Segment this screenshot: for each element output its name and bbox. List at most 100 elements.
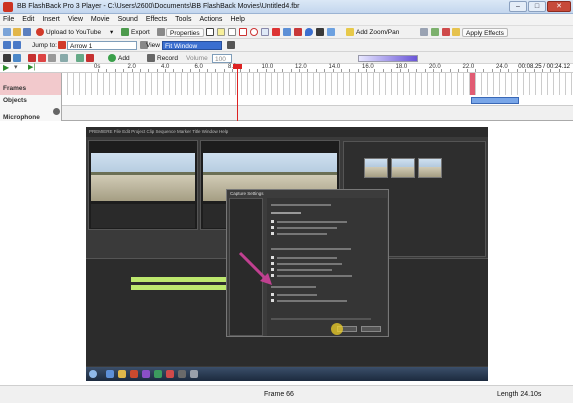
ruler-tick [173, 69, 174, 72]
transition-icon[interactable] [431, 28, 439, 36]
bin-thumb-3 [418, 158, 442, 178]
note-icon[interactable] [217, 28, 225, 36]
cursor-icon[interactable] [327, 28, 335, 36]
menu-effects[interactable]: Effects [146, 16, 167, 23]
menu-edit[interactable]: Edit [22, 16, 34, 23]
arrow-shape-icon[interactable] [272, 28, 280, 36]
dialog-title: Capture Settings [230, 191, 264, 196]
frame-marker[interactable] [470, 73, 475, 95]
objects-track-label: Objects [3, 97, 27, 104]
ruler-tick [374, 69, 375, 72]
menu-help[interactable]: Help [230, 16, 244, 23]
ruler-tick [215, 69, 216, 72]
add-zoom-pan-button[interactable]: Add Zoom/Pan [356, 28, 399, 37]
upload-dropdown-arrow[interactable]: ▾ [110, 28, 113, 37]
minimize-button[interactable]: – [509, 1, 527, 12]
cut-icon[interactable] [28, 54, 36, 62]
record-sound-button[interactable]: Record [157, 54, 178, 63]
ruler-tick [400, 69, 401, 72]
close-button[interactable]: ✕ [547, 1, 571, 12]
ruler-tick [132, 69, 133, 72]
frames-track-header: Frames [0, 73, 62, 95]
menu-insert[interactable]: Insert [42, 16, 60, 23]
volume-slider[interactable] [358, 55, 418, 62]
play-menu-arrow[interactable]: ▾ [14, 64, 24, 72]
ruler-tick [148, 69, 149, 72]
frame-settings-icon[interactable] [60, 54, 68, 62]
frames-track: Frames [0, 73, 573, 95]
status-bar: Frame 66 Length 24.10s [0, 385, 573, 403]
ruler-tick [98, 69, 99, 72]
record-frame-icon[interactable] [3, 54, 11, 62]
menu-file[interactable]: File [3, 16, 14, 23]
fullscreen-icon[interactable] [227, 41, 235, 49]
add-sound-button[interactable]: Add [118, 54, 130, 63]
redo-frame-icon[interactable] [76, 54, 84, 62]
playhead[interactable] [237, 64, 238, 121]
view-zoom-select[interactable]: Fit Window [162, 41, 222, 50]
ellipse-icon[interactable] [250, 28, 258, 36]
stop-icon[interactable] [86, 54, 94, 62]
mic-settings-icon[interactable] [53, 108, 60, 115]
properties-button[interactable]: Properties [166, 28, 204, 37]
microphone-track-label: Microphone [3, 114, 40, 121]
volume-label: Volume [186, 55, 208, 62]
picture-in-picture-icon[interactable] [420, 28, 428, 36]
camera-icon[interactable] [13, 54, 21, 62]
arrow-object-icon [58, 41, 66, 49]
app-icon [3, 2, 13, 12]
menu-tools[interactable]: Tools [175, 16, 191, 23]
timeline-ruler[interactable]: ▶ ▾ ▶| 0s2.04.06.08.010.012.014.016.018.… [0, 64, 573, 73]
sound-icon[interactable] [316, 28, 324, 36]
ruler-tick [425, 69, 426, 72]
apply-effects-button[interactable]: Apply Effects [462, 28, 508, 37]
menu-view[interactable]: View [68, 16, 83, 23]
playhead-handle[interactable] [233, 64, 242, 69]
frame-status: Frame 66 [264, 391, 294, 398]
ruler-tick [240, 69, 241, 72]
red-arrow-annotation[interactable] [236, 249, 276, 289]
ruler-tick [140, 69, 141, 72]
maximize-button[interactable]: □ [528, 1, 546, 12]
length-status: Length 24.10s [497, 391, 542, 398]
play-button[interactable]: ▶ [3, 64, 13, 72]
zoom-pan-icon [346, 28, 354, 36]
callout-icon[interactable] [228, 28, 236, 36]
effects-icon[interactable] [452, 28, 460, 36]
menu-sound[interactable]: Sound [118, 16, 138, 23]
ruler-tick [391, 69, 392, 72]
flash-icon[interactable] [294, 28, 302, 36]
blur-icon[interactable] [305, 28, 313, 36]
menu-movie[interactable]: Movie [91, 16, 110, 23]
ruler-tick [358, 69, 359, 72]
insert-frame-icon[interactable] [48, 54, 56, 62]
ruler-tick [408, 69, 409, 72]
ruler-tick [492, 69, 493, 72]
ruler-label: 10.0 [261, 64, 274, 70]
menu-actions[interactable]: Actions [199, 16, 222, 23]
undo-icon[interactable] [3, 41, 11, 49]
microphone-track: Microphone [0, 106, 573, 121]
text-box-icon[interactable] [206, 28, 214, 36]
redo-icon[interactable] [13, 41, 21, 49]
rectangle-icon[interactable] [239, 28, 247, 36]
properties-icon [157, 28, 165, 36]
volume-input[interactable]: 100 [212, 54, 232, 63]
export-button[interactable]: Export [131, 28, 150, 37]
save-icon[interactable] [23, 28, 31, 36]
ruler-tick [324, 69, 325, 72]
highlight-icon[interactable] [261, 28, 269, 36]
source-controls [91, 204, 195, 228]
window-titlebar: BB FlashBack Pro 3 Player - C:\Users\260… [0, 0, 573, 14]
ruler-tick [282, 69, 283, 72]
image-icon[interactable] [283, 28, 291, 36]
jump-to-select[interactable]: Arrow 1 [67, 41, 137, 50]
step-button[interactable]: ▶| [28, 64, 38, 72]
upload-youtube-button[interactable]: Upload to YouTube [46, 28, 101, 37]
open-folder-icon[interactable] [13, 28, 21, 36]
delete-frame-icon[interactable] [38, 54, 46, 62]
new-icon[interactable] [3, 28, 11, 36]
arrow-object-clip[interactable] [471, 97, 519, 104]
erase-icon[interactable] [442, 28, 450, 36]
frames-strip[interactable] [62, 73, 573, 95]
